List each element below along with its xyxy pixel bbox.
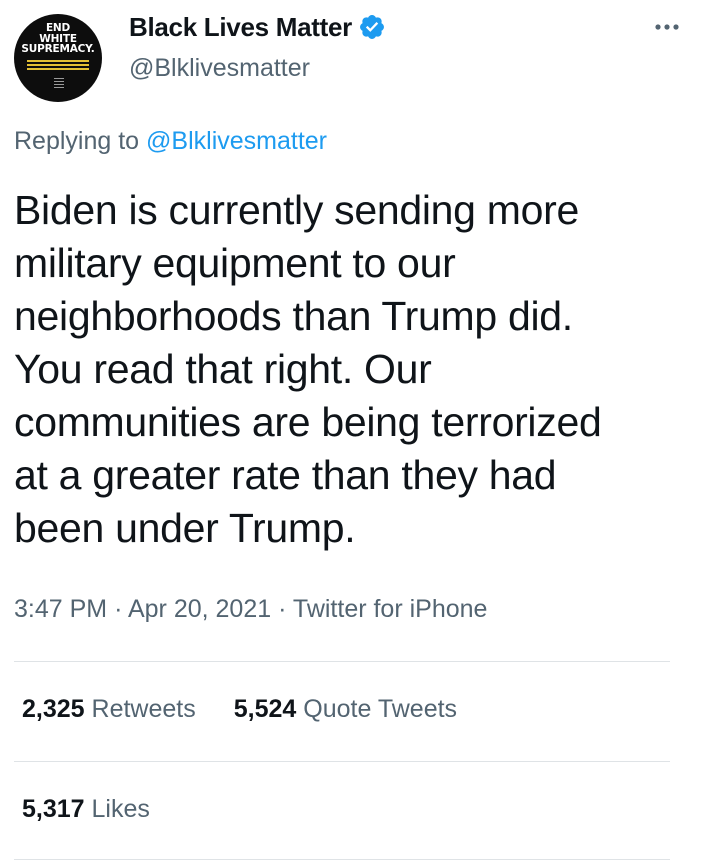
likes-stats: 5,317 Likes bbox=[22, 795, 188, 824]
divider bbox=[14, 859, 670, 860]
meta-separator: · bbox=[114, 595, 123, 623]
quote-tweets-count: 5,524 bbox=[233, 695, 297, 723]
avatar-logo-text: END WHITE SUPREMACY. bbox=[21, 22, 95, 55]
tweet-source[interactable]: Twitter for iPhone bbox=[293, 595, 488, 623]
meta-separator: · bbox=[278, 595, 287, 623]
retweets-count: 2,325 bbox=[22, 695, 85, 723]
tweet-date[interactable]: Apr 20, 2021 bbox=[128, 595, 271, 623]
author-handle[interactable]: @Blklivesmatter bbox=[129, 54, 310, 83]
likes-stat[interactable]: 5,317 Likes bbox=[22, 795, 150, 824]
avatar-fine-print bbox=[54, 78, 64, 90]
avatar-stripes bbox=[27, 60, 89, 72]
tweet-meta: 3:47 PM · Apr 20, 2021 · Twitter for iPh… bbox=[14, 595, 487, 624]
avatar[interactable]: END WHITE SUPREMACY. bbox=[14, 14, 102, 102]
quote-tweets-label: Quote Tweets bbox=[303, 695, 458, 723]
replying-to: Replying to @Blklivesmatter bbox=[14, 127, 327, 156]
replying-to-label: Replying to bbox=[14, 127, 140, 155]
retweets-stat[interactable]: 2,325 Retweets bbox=[22, 695, 196, 724]
replying-to-handle-link[interactable]: @Blklivesmatter bbox=[146, 127, 327, 155]
engagement-stats: 2,325 Retweets 5,524 Quote Tweets bbox=[22, 695, 495, 724]
tweet-time[interactable]: 3:47 PM bbox=[14, 595, 107, 623]
divider bbox=[14, 761, 670, 762]
likes-count: 5,317 bbox=[22, 795, 85, 823]
verified-badge-icon bbox=[359, 15, 384, 39]
author-display-name[interactable]: Black Lives Matter bbox=[129, 12, 352, 43]
tweet-header: END WHITE SUPREMACY. Black Lives Matter … bbox=[14, 8, 686, 102]
divider bbox=[14, 661, 670, 662]
author-name-row: Black Lives Matter bbox=[129, 10, 386, 44]
retweets-label: Retweets bbox=[91, 695, 196, 723]
more-options-icon[interactable] bbox=[650, 12, 684, 42]
quote-tweets-stat[interactable]: 5,524 Quote Tweets bbox=[234, 695, 457, 724]
tweet-text: Biden is currently sending more military… bbox=[14, 187, 602, 551]
likes-label: Likes bbox=[91, 795, 150, 823]
